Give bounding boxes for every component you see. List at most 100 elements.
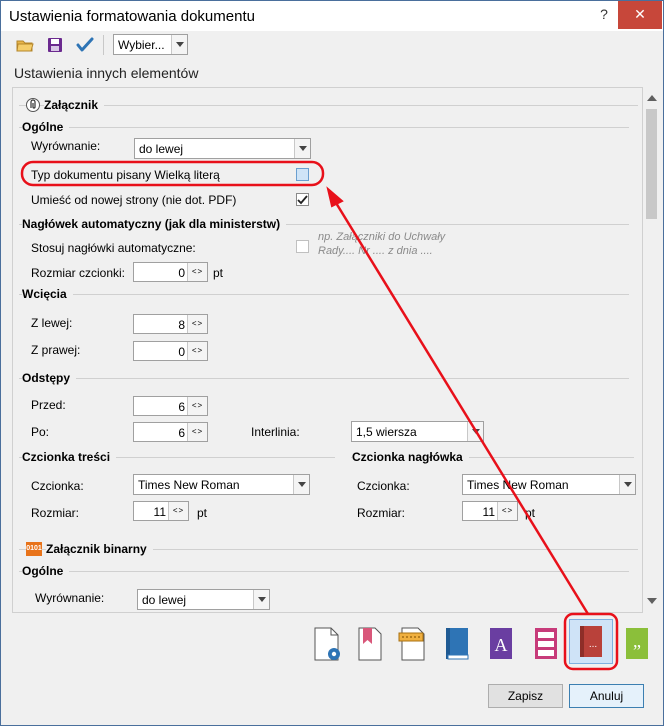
alignment-label: Wyrównanie: [31, 139, 101, 153]
quote-icon[interactable]: „ [618, 625, 656, 663]
header-font-combo[interactable]: Times New Roman [462, 474, 636, 495]
list-columns-icon[interactable] [527, 625, 565, 663]
chevron-down-icon[interactable] [619, 475, 635, 494]
body-font-label: Czcionka: [31, 479, 84, 493]
chevron-down-icon[interactable] [293, 475, 309, 494]
save-icon[interactable] [45, 35, 65, 55]
scroll-thumb[interactable] [646, 109, 657, 219]
book-blue-icon[interactable] [438, 625, 476, 663]
chevron-down-icon[interactable] [253, 590, 269, 609]
attachment-book-tile[interactable]: ... [569, 619, 613, 664]
newpage-checkbox[interactable] [296, 193, 309, 206]
title-bar: Ustawienia formatowania dokumentu ? ✕ [1, 1, 663, 31]
open-folder-icon[interactable] [15, 35, 35, 55]
section-title-wciecia: Wcięcia [22, 287, 73, 301]
spin-arrows-icon[interactable]: <> [187, 342, 207, 360]
auto-headers-hint: np. Załączniki do Uchwały Rady.... Nr ..… [318, 231, 446, 257]
document-settings-icon[interactable] [308, 625, 346, 663]
scheme-combo-value: Wybier... [118, 38, 165, 52]
font-size-label: Rozmiar czcionki: [31, 266, 126, 280]
spin-arrows-icon[interactable]: <> [168, 502, 188, 520]
spin-arrows-icon[interactable]: <> [187, 397, 207, 415]
header-font-value: Times New Roman [467, 478, 569, 492]
toolbar: Wybier... [1, 31, 663, 59]
close-icon: ✕ [634, 6, 646, 22]
group-title-zalacznik: Załącznik [44, 98, 105, 112]
window-title: Ustawienia formatowania dokumentu [9, 8, 255, 25]
page-subtitle: Ustawienia innych elementów [14, 65, 199, 81]
section-title-binary-ogolne: Ogólne [22, 564, 70, 578]
chevron-down-icon[interactable] [171, 35, 187, 54]
attachment-book-glyph: ... [589, 639, 597, 650]
settings-panel: Załącznik Ogólne Wyrównanie: do lewej Ty… [12, 87, 643, 613]
binary-file-icon: 0101 [26, 542, 42, 556]
spin-arrows-icon[interactable]: <> [187, 263, 207, 281]
font-size-spinner[interactable]: 0 <> [133, 262, 208, 282]
close-button[interactable]: ✕ [618, 1, 662, 29]
binary-alignment-value: do lewej [142, 593, 187, 607]
chevron-down-icon[interactable] [294, 139, 310, 158]
section-divider [19, 127, 629, 128]
indent-left-value: 8 [178, 318, 185, 332]
body-size-unit: pt [197, 506, 208, 520]
auto-headers-checkbox[interactable] [296, 240, 309, 253]
font-letter-icon[interactable]: A [482, 625, 520, 663]
body-size-spinner[interactable]: 11 <> [133, 501, 189, 521]
document-header-icon[interactable] [394, 625, 432, 663]
auto-headers-label: Stosuj nagłówki automatyczne: [31, 241, 196, 255]
group-divider [19, 105, 638, 106]
chevron-down-icon[interactable] [467, 422, 483, 441]
indent-left-spinner[interactable]: 8 <> [133, 314, 208, 334]
vertical-scrollbar[interactable] [643, 87, 660, 613]
header-size-unit: pt [525, 506, 536, 520]
cancel-button[interactable]: Anuluj [569, 684, 644, 708]
paperclip-icon [26, 97, 40, 113]
section-title-odstepy: Odstępy [22, 371, 77, 385]
checkmark-icon[interactable] [75, 35, 95, 55]
interline-label: Interlinia: [251, 425, 300, 439]
scroll-down-icon[interactable] [647, 598, 657, 604]
check-icon [297, 195, 308, 205]
spacing-before-value: 6 [178, 400, 185, 414]
body-font-combo[interactable]: Times New Roman [133, 474, 310, 495]
font-size-unit: pt [213, 266, 224, 280]
spacing-after-spinner[interactable]: 6 <> [133, 422, 208, 442]
spin-arrows-icon[interactable]: <> [187, 423, 207, 441]
header-font-label: Czcionka: [357, 479, 410, 493]
document-bookmark-icon[interactable] [351, 625, 389, 663]
uppercase-checkbox[interactable] [296, 168, 309, 181]
body-size-value: 11 [153, 505, 166, 519]
spacing-before-spinner[interactable]: 6 <> [133, 396, 208, 416]
section-divider [19, 378, 629, 379]
section-title-naglowek: Nagłówek automatyczny (jak dla ministers… [22, 217, 287, 231]
spin-arrows-icon[interactable]: <> [187, 315, 207, 333]
scroll-up-icon[interactable] [647, 95, 657, 101]
attachment-book-icon[interactable]: ... [572, 623, 610, 661]
interline-combo-value: 1,5 wiersza [356, 425, 417, 439]
newpage-label: Umieść od nowej strony (nie dot. PDF) [31, 193, 237, 207]
indent-right-label: Z prawej: [31, 343, 81, 357]
uppercase-label: Typ dokumentu pisany Wielką literą [31, 168, 220, 182]
font-letter-glyph: A [495, 635, 508, 655]
section-title-header-font: Czcionka nagłówka [352, 450, 469, 464]
interline-combo[interactable]: 1,5 wiersza [351, 421, 484, 442]
alignment-combo-value: do lewej [139, 142, 184, 156]
spacing-after-value: 6 [178, 426, 185, 440]
font-size-value: 0 [178, 266, 185, 280]
group-title-zalacznik-binarny: Załącznik binarny [46, 542, 153, 556]
header-size-label: Rozmiar: [357, 506, 406, 520]
save-button[interactable]: Zapisz [488, 684, 563, 708]
section-divider [19, 571, 629, 572]
header-size-value: 11 [482, 505, 495, 519]
alignment-combo[interactable]: do lewej [134, 138, 311, 159]
help-button[interactable]: ? [591, 1, 617, 29]
spin-arrows-icon[interactable]: <> [497, 502, 517, 520]
header-size-spinner[interactable]: 11 <> [462, 501, 518, 521]
toolbar-separator [103, 35, 104, 55]
binary-alignment-combo[interactable]: do lewej [137, 589, 270, 610]
section-divider [19, 294, 629, 295]
indent-left-label: Z lewej: [31, 316, 73, 330]
scheme-combo[interactable]: Wybier... [113, 34, 188, 55]
indent-right-spinner[interactable]: 0 <> [133, 341, 208, 361]
section-title-ogolne: Ogólne [22, 120, 70, 134]
